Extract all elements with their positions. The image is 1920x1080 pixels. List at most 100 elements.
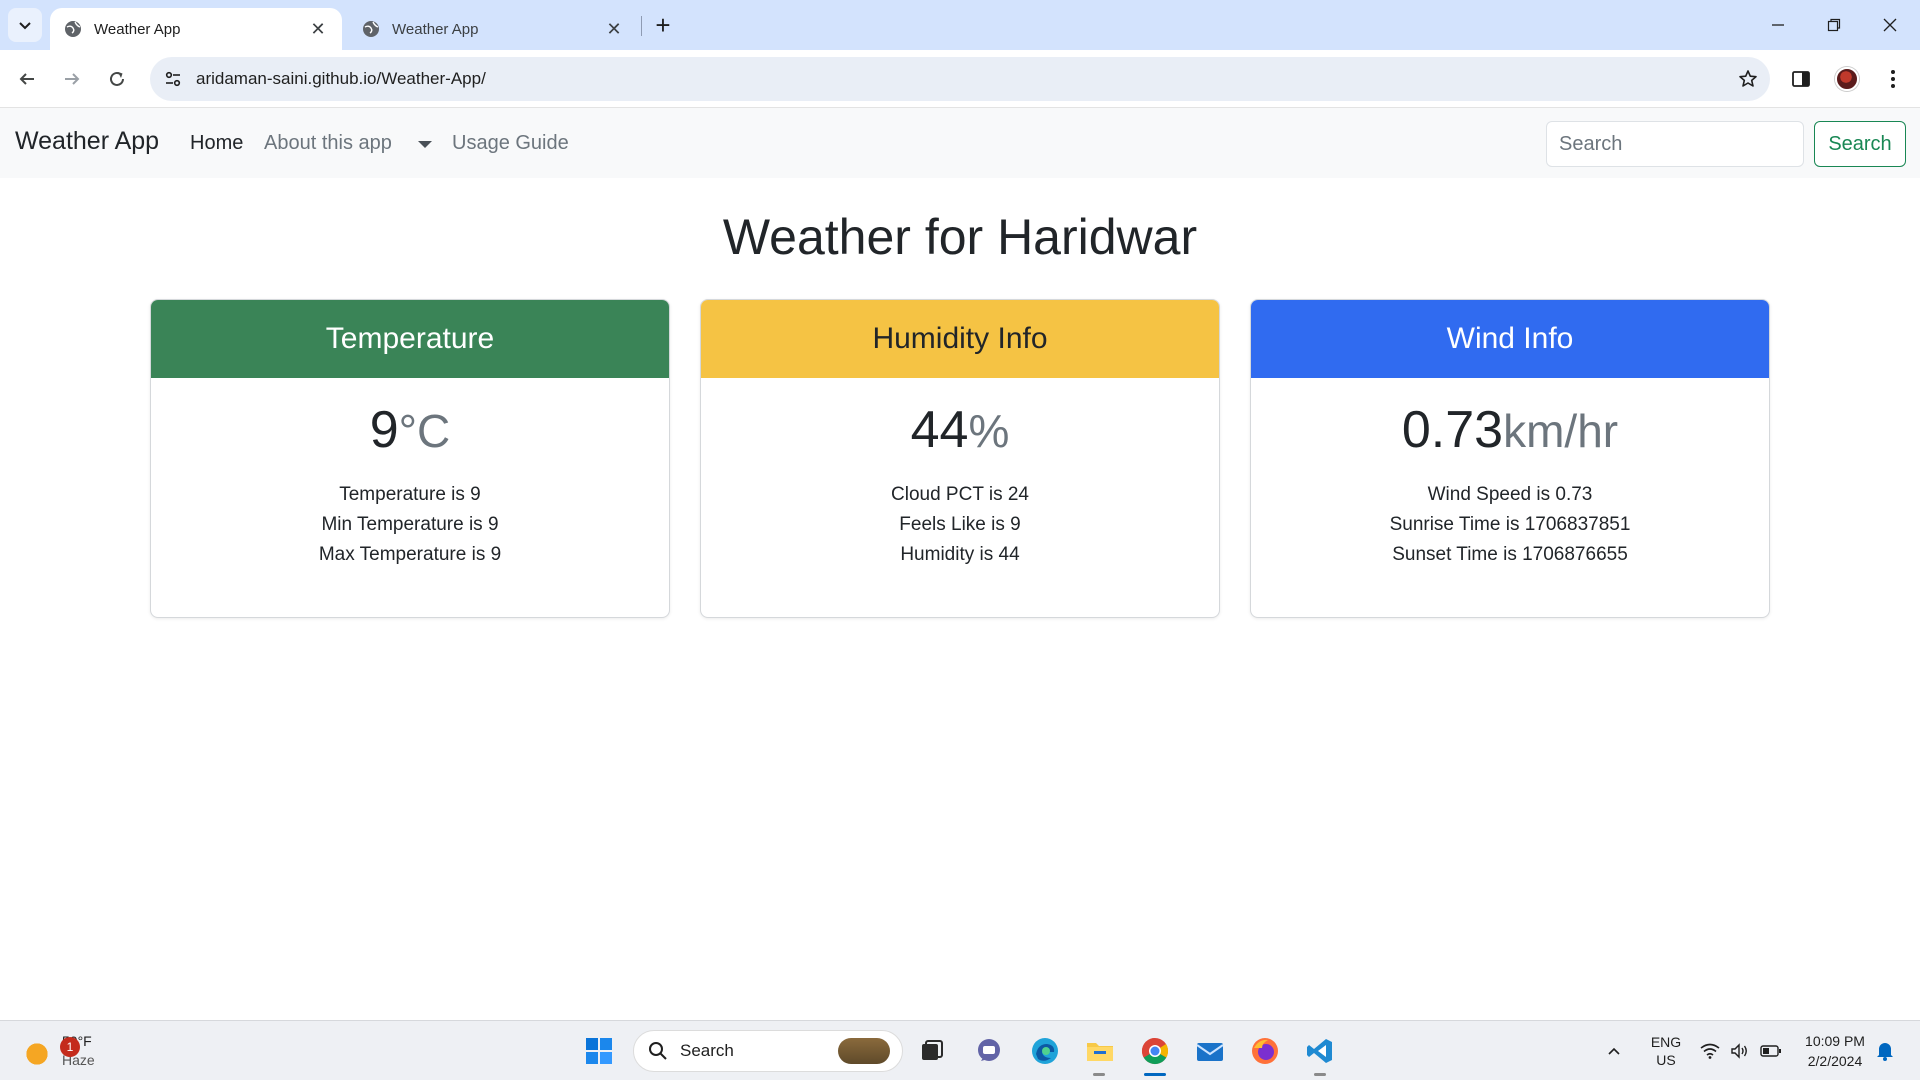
teams-chat-icon[interactable] <box>972 1034 1006 1068</box>
temperature-unit: °C <box>398 405 451 457</box>
humidity-card: Humidity Info 44% Cloud PCT is 24 Feels … <box>700 299 1220 618</box>
file-explorer-icon[interactable] <box>1083 1034 1117 1068</box>
wind-value: 0.73 <box>1401 401 1504 459</box>
arrow-left-icon <box>19 73 34 85</box>
tab-search-button[interactable] <box>8 8 42 42</box>
wind-card-header: Wind Info <box>1251 300 1769 378</box>
detail-item: Min Temperature is 9 <box>321 514 499 535</box>
humidity-card-header: Humidity Info <box>701 300 1219 378</box>
taskbar-clock[interactable]: 10:09 PM 2/2/2024 <box>1800 1021 1870 1080</box>
address-bar[interactable]: aridaman-saini.github.io/Weather-App/ <box>150 57 1770 101</box>
close-window-icon[interactable] <box>1862 0 1918 50</box>
start-icon[interactable] <box>582 1034 616 1068</box>
browser-tab-inactive[interactable]: Weather App ✕ <box>348 8 638 50</box>
system-tray-icons[interactable] <box>1700 1021 1782 1080</box>
wind-card: Wind Info 0.73km/hr Wind Speed is 0.73 S… <box>1250 299 1770 618</box>
bookmark-star-icon[interactable] <box>1726 57 1770 101</box>
temperature-details: Temperature is 9 Min Temperature is 9 Ma… <box>151 480 669 570</box>
kebab-menu-icon <box>1891 70 1895 88</box>
detail-item: Humidity is 44 <box>900 544 1020 565</box>
weather-widget[interactable]: 1 50°F Haze <box>22 1029 95 1073</box>
side-panel-button[interactable] <box>1784 62 1818 96</box>
clock-date: 2/2/2024 <box>1807 1053 1863 1069</box>
forward-button[interactable] <box>55 62 89 96</box>
volume-icon <box>1731 1043 1747 1059</box>
back-button[interactable] <box>10 62 44 96</box>
restore-icon[interactable] <box>1806 0 1862 50</box>
wifi-icon <box>1700 1043 1720 1059</box>
globe-icon <box>64 20 82 38</box>
humidity-details: Cloud PCT is 24 Feels Like is 9 Humidity… <box>701 480 1219 570</box>
taskbar-search[interactable]: Search <box>633 1030 903 1072</box>
browser-tab-active[interactable]: Weather App ✕ <box>50 8 342 50</box>
active-app-indicator <box>1144 1073 1166 1076</box>
show-hidden-icons-button[interactable] <box>1606 1021 1622 1080</box>
language-code: ENG <box>1650 1034 1682 1050</box>
site-settings-icon[interactable] <box>150 57 196 101</box>
haze-sun-icon <box>22 1036 52 1066</box>
running-indicator <box>1093 1073 1105 1076</box>
url-text[interactable]: aridaman-saini.github.io/Weather-App/ <box>196 69 1726 89</box>
page-title: Weather for Haridwar <box>722 209 1198 265</box>
browser-toolbar: aridaman-saini.github.io/Weather-App/ <box>0 50 1920 108</box>
vscode-icon[interactable] <box>1303 1034 1337 1068</box>
reload-button[interactable] <box>100 62 134 96</box>
chevron-up-icon <box>1608 1047 1620 1055</box>
tab-separator <box>641 16 642 36</box>
browser-tab-strip: Weather App ✕ Weather App ✕ + <box>0 0 1920 50</box>
temperature-value-display: 9°C <box>151 400 669 460</box>
tab-title: Weather App <box>94 20 181 38</box>
wind-value-display: 0.73km/hr <box>1251 400 1769 460</box>
temperature-card: Temperature 9°C Temperature is 9 Min Tem… <box>150 299 670 618</box>
close-tab-icon[interactable]: ✕ <box>308 19 328 39</box>
temperature-value: 9 <box>369 401 399 459</box>
nav-link-about[interactable]: About this app <box>264 132 392 155</box>
wind-card-body: 0.73km/hr Wind Speed is 0.73 Sunrise Tim… <box>1251 400 1769 570</box>
dropdown-caret-icon[interactable] <box>418 141 432 148</box>
detail-item: Wind Speed is 0.73 <box>1427 484 1593 505</box>
humidity-card-body: 44% Cloud PCT is 24 Feels Like is 9 Humi… <box>701 400 1219 570</box>
detail-item: Sunrise Time is 1706837851 <box>1389 514 1631 535</box>
battery-icon <box>1760 1045 1781 1057</box>
running-indicator <box>1314 1073 1326 1076</box>
close-tab-icon[interactable]: ✕ <box>604 19 624 39</box>
notification-bell-icon[interactable] <box>1876 1021 1894 1080</box>
taskbar-search-label: Search <box>680 1041 734 1060</box>
detail-item: Temperature is 9 <box>339 484 481 505</box>
region-code: US <box>1656 1052 1676 1068</box>
language-indicator[interactable]: ENG US <box>1649 1021 1683 1080</box>
temperature-card-body: 9°C Temperature is 9 Min Temperature is … <box>151 400 669 570</box>
wind-unit: km/hr <box>1503 405 1619 457</box>
search-icon <box>649 1042 667 1060</box>
humidity-unit: % <box>968 405 1010 457</box>
mail-icon[interactable] <box>1193 1034 1227 1068</box>
new-tab-button[interactable]: + <box>648 10 678 40</box>
profile-avatar[interactable] <box>1835 67 1859 91</box>
search-highlight-icon <box>838 1038 890 1064</box>
detail-item: Cloud PCT is 24 <box>891 484 1029 505</box>
detail-item: Sunset Time is 1706876655 <box>1392 544 1628 565</box>
minimize-icon[interactable] <box>1750 0 1806 50</box>
navbar-brand[interactable]: Weather App <box>15 127 159 156</box>
globe-icon <box>362 20 380 38</box>
humidity-value-display: 44% <box>701 400 1219 460</box>
detail-item: Feels Like is 9 <box>899 514 1021 535</box>
search-button[interactable]: Search <box>1814 121 1906 167</box>
search-input[interactable] <box>1546 121 1804 167</box>
clock-time: 10:09 PM <box>1805 1033 1865 1049</box>
temperature-card-header: Temperature <box>151 300 669 378</box>
nav-link-usage-guide[interactable]: Usage Guide <box>452 132 569 155</box>
humidity-value: 44 <box>910 401 969 459</box>
windows-taskbar: 1 50°F Haze Search ENG <box>0 1020 1920 1080</box>
tab-title: Weather App <box>392 20 479 38</box>
edge-icon[interactable] <box>1028 1034 1062 1068</box>
chrome-icon[interactable] <box>1138 1034 1172 1068</box>
firefox-icon[interactable] <box>1248 1034 1282 1068</box>
reload-icon <box>110 71 124 86</box>
chevron-down-icon <box>19 22 31 30</box>
notification-badge: 1 <box>60 1037 80 1057</box>
nav-link-home[interactable]: Home <box>190 132 243 155</box>
browser-menu-button[interactable] <box>1876 62 1910 96</box>
task-view-icon[interactable] <box>915 1034 949 1068</box>
detail-item: Max Temperature is 9 <box>318 544 502 565</box>
